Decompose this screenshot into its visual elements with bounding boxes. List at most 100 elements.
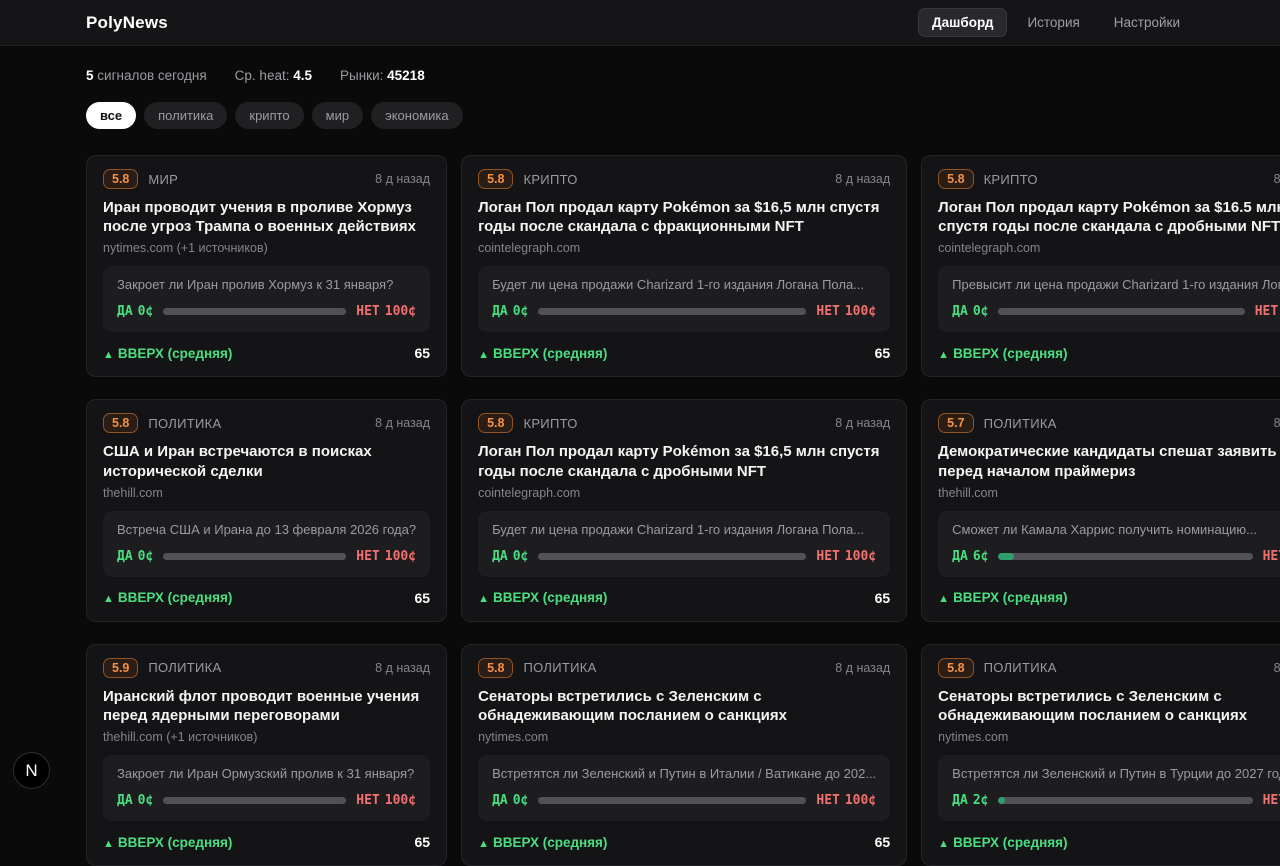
card-title: Демократические кандидаты спешат заявить…	[938, 442, 1280, 480]
card-title: Логан Пол продал карту Pokémon за $16,5 …	[478, 442, 890, 480]
news-card[interactable]: 5.8 ПОЛИТИКА 8 д назад Сенаторы встретил…	[461, 644, 907, 866]
source-label: nytimes.com (+1 источников)	[103, 241, 430, 255]
dev-badge-button[interactable]: N	[13, 752, 50, 789]
heat-badge: 5.7	[938, 413, 973, 433]
market-box: Встретятся ли Зеленский и Путин в Италии…	[478, 755, 890, 821]
category-label: ПОЛИТИКА	[148, 416, 221, 431]
heat-badge: 5.8	[478, 169, 513, 189]
category-label: ПОЛИТИКА	[984, 416, 1057, 431]
card-title: Логан Пол продал карту Pokémon за $16,5 …	[478, 198, 890, 236]
heat-badge: 5.8	[478, 413, 513, 433]
probability-bar	[538, 553, 806, 560]
app-logo: PolyNews	[86, 13, 168, 33]
category-label: КРИПТО	[984, 172, 1038, 187]
card-title: Сенаторы встретились с Зеленским с обнад…	[478, 687, 890, 725]
signal-direction: ▲ВВЕРХ (средняя)	[103, 346, 232, 361]
signal-direction: ▲ВВЕРХ (средняя)	[938, 835, 1067, 850]
signal-label: ВВЕРХ (средняя)	[953, 835, 1067, 850]
signal-label: ВВЕРХ (средняя)	[953, 346, 1067, 361]
up-arrow-icon: ▲	[938, 349, 949, 361]
card-footer: ▲ВВЕРХ (средняя) 65	[103, 332, 430, 361]
timestamp: 8 д назад	[835, 172, 890, 186]
probability-bar	[538, 308, 806, 315]
yes-price: ДА0¢	[952, 304, 988, 319]
yes-price: ДА0¢	[492, 304, 528, 319]
signals-stat: 5 сигналов сегодня	[86, 68, 207, 83]
card-header: 5.8 МИР 8 д назад	[103, 169, 430, 189]
no-price: НЕТ100¢	[816, 793, 876, 808]
card-header: 5.9 ПОЛИТИКА 8 д назад	[103, 658, 430, 678]
category-label: ПОЛИТИКА	[523, 660, 596, 675]
category-label: МИР	[148, 172, 178, 187]
category-label: КРИПТО	[523, 416, 577, 431]
source-label: thehill.com	[938, 486, 1280, 500]
yes-price: ДА2¢	[952, 793, 988, 808]
news-card[interactable]: 5.8 КРИПТО 8 д назад Логан Пол продал ка…	[461, 399, 907, 621]
heat-stat: Ср. heat: 4.5	[235, 68, 312, 83]
up-arrow-icon: ▲	[103, 838, 114, 850]
market-question: Будет ли цена продажи Charizard 1-го изд…	[492, 277, 876, 292]
market-box: Закроет ли Иран пролив Хормуз к 31 январ…	[103, 266, 430, 332]
news-card[interactable]: 5.8 КРИПТО 8 д назад Логан Пол продал ка…	[921, 155, 1280, 377]
timestamp: 8 д назад	[1274, 661, 1280, 675]
market-box: Будет ли цена продажи Charizard 1-го изд…	[478, 266, 890, 332]
yes-price: ДА0¢	[117, 304, 153, 319]
news-card[interactable]: 5.7 ПОЛИТИКА 8 д назад Демократические к…	[921, 399, 1280, 621]
timestamp: 8 д назад	[1274, 172, 1280, 186]
probability-bar	[998, 553, 1252, 560]
probability-bar	[998, 308, 1244, 315]
timestamp: 8 д назад	[375, 661, 430, 675]
heat-badge: 5.8	[938, 658, 973, 678]
no-price: НЕТ98¢	[1263, 793, 1280, 808]
news-card[interactable]: 5.8 ПОЛИТИКА 8 д назад Сенаторы встретил…	[921, 644, 1280, 866]
price-bar-row: ДА0¢ НЕТ100¢	[117, 793, 416, 808]
tab-dashboard[interactable]: Дашборд	[918, 8, 1007, 37]
heat-badge: 5.8	[103, 169, 138, 189]
market-question: Превысит ли цена продажи Charizard 1-го …	[952, 277, 1280, 292]
news-card[interactable]: 5.8 КРИПТО 8 д назад Логан Пол продал ка…	[461, 155, 907, 377]
score-value: 65	[414, 590, 430, 606]
yes-price: ДА0¢	[117, 793, 153, 808]
probability-bar-fill	[998, 553, 1013, 560]
probability-bar	[163, 797, 346, 804]
news-card[interactable]: 5.8 МИР 8 д назад Иран проводит учения в…	[86, 155, 447, 377]
tab-history[interactable]: История	[1013, 8, 1093, 37]
source-label: thehill.com (+1 источников)	[103, 730, 430, 744]
card-header: 5.8 КРИПТО 8 д назад	[938, 169, 1280, 189]
category-label: ПОЛИТИКА	[984, 660, 1057, 675]
filter-chip-economy[interactable]: экономика	[371, 102, 463, 129]
heat-label: Ср. heat:	[235, 68, 290, 83]
filter-chip-crypto[interactable]: крипто	[235, 102, 303, 129]
yes-price: ДА0¢	[492, 793, 528, 808]
score-value: 65	[875, 590, 891, 606]
news-card[interactable]: 5.9 ПОЛИТИКА 8 д назад Иранский флот про…	[86, 644, 447, 866]
no-price: НЕТ100¢	[1255, 304, 1280, 319]
tab-settings[interactable]: Настройки	[1100, 8, 1194, 37]
yes-price: ДА6¢	[952, 549, 988, 564]
timestamp: 8 д назад	[1274, 416, 1280, 430]
timestamp: 8 д назад	[835, 416, 890, 430]
news-card[interactable]: 5.8 ПОЛИТИКА 8 д назад США и Иран встреч…	[86, 399, 447, 621]
filter-chip-politics[interactable]: политика	[144, 102, 227, 129]
signal-direction: ▲ ВВЕРХ (средняя)	[103, 835, 232, 850]
signal-direction: ▲ВВЕРХ (средняя)	[478, 835, 607, 850]
price-bar-row: ДА0¢ НЕТ100¢	[492, 793, 876, 808]
card-header: 5.8 КРИПТО 8 д назад	[478, 169, 890, 189]
market-box: Встреча США и Ирана до 13 февраля 2026 г…	[103, 511, 430, 577]
market-box: Закроет ли Иран Ормузский пролив к 31 ян…	[103, 755, 430, 821]
stats-bar: 5 сигналов сегодня Ср. heat: 4.5 Рынки: …	[86, 68, 1194, 83]
signals-label: сигналов сегодня	[97, 68, 206, 83]
filter-chip-all[interactable]: все	[86, 102, 136, 129]
card-title: США и Иран встречаются в поисках историч…	[103, 442, 430, 480]
no-price: НЕТ100¢	[816, 304, 876, 319]
signal-label: ВВЕРХ (средняя)	[118, 835, 232, 850]
signal-label: ВВЕРХ (средняя)	[493, 835, 607, 850]
price-bar-row: ДА6¢ НЕТ94¢	[952, 549, 1280, 564]
source-label: nytimes.com	[478, 730, 890, 744]
signal-direction: ▲ВВЕРХ (средняя)	[478, 346, 607, 361]
category-label: КРИПТО	[523, 172, 577, 187]
card-title: Логан Пол продал карту Pokémon за $16.5 …	[938, 198, 1280, 236]
top-nav: PolyNews ДашбордИсторияНастройки	[0, 0, 1280, 46]
category-label: ПОЛИТИКА	[148, 660, 221, 675]
filter-chip-world[interactable]: мир	[312, 102, 363, 129]
